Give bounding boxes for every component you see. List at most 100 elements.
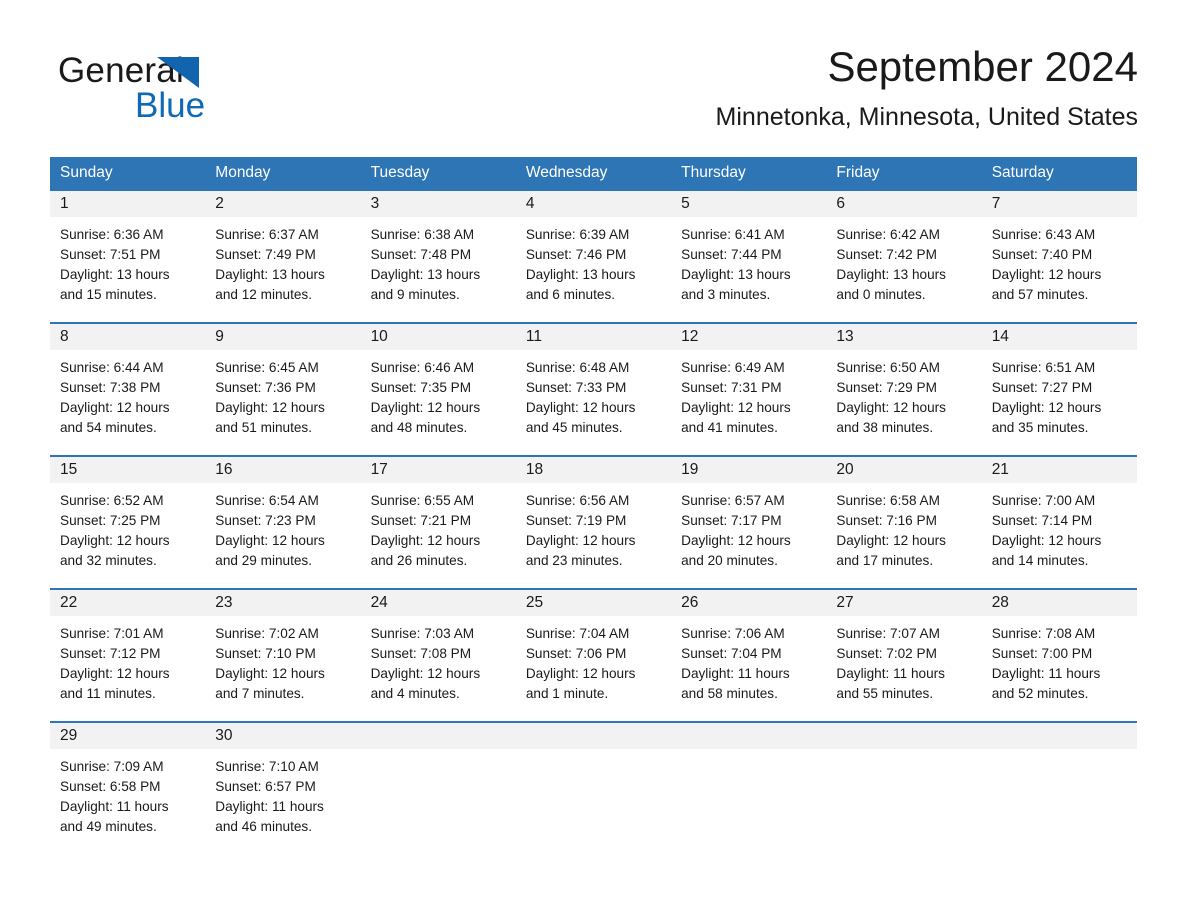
day-number-band: 4 [515,191,672,217]
day-details: Sunrise: 6:36 AM Sunset: 7:51 PM Dayligh… [50,217,205,305]
day-number-band: 6 [826,191,982,217]
daylight-text-line1: Daylight: 11 hours [215,799,324,814]
day-details: Sunrise: 6:55 AM Sunset: 7:21 PM Dayligh… [361,483,516,571]
day-cell[interactable]: 28 Sunrise: 7:08 AM Sunset: 7:00 PM Dayl… [981,590,1137,721]
day-number-band: 19 [671,457,827,483]
day-cell[interactable]: 6 Sunrise: 6:42 AM Sunset: 7:42 PM Dayli… [826,191,982,322]
calendar-week-row: 1 Sunrise: 6:36 AM Sunset: 7:51 PM Dayli… [50,189,1137,322]
page-title: September 2024 [827,43,1138,90]
weekday-header-saturday: Saturday [991,164,1054,181]
sunrise-text: Sunrise: 7:10 AM [215,759,319,774]
location-subtitle: Minnetonka, Minnesota, United States [715,103,1138,131]
sunset-text: Sunset: 7:42 PM [836,247,937,262]
day-cell[interactable]: 2 Sunrise: 6:37 AM Sunset: 7:49 PM Dayli… [205,191,361,322]
day-cell[interactable]: 19 Sunrise: 6:57 AM Sunset: 7:17 PM Dayl… [671,457,827,588]
weekday-header-sunday: Sunday [60,164,113,181]
daylight-text-line2: and 38 minutes. [836,420,934,435]
weekday-header-row: Sunday Monday Tuesday Wednesday Thursday… [50,157,1137,189]
day-number: 11 [525,328,542,345]
day-details: Sunrise: 6:52 AM Sunset: 7:25 PM Dayligh… [50,483,205,571]
day-details: Sunrise: 7:06 AM Sunset: 7:04 PM Dayligh… [671,616,826,704]
day-cell[interactable]: 4 Sunrise: 6:39 AM Sunset: 7:46 PM Dayli… [515,191,672,322]
day-cell[interactable]: 22 Sunrise: 7:01 AM Sunset: 7:12 PM Dayl… [50,590,206,721]
sunrise-text: Sunrise: 7:02 AM [215,626,319,641]
day-cell[interactable]: 14 Sunrise: 6:51 AM Sunset: 7:27 PM Dayl… [981,324,1137,455]
day-cell[interactable]: 21 Sunrise: 7:00 AM Sunset: 7:14 PM Dayl… [981,457,1137,588]
day-cell[interactable]: 9 Sunrise: 6:45 AM Sunset: 7:36 PM Dayli… [205,324,361,455]
day-cell[interactable]: 20 Sunrise: 6:58 AM Sunset: 7:16 PM Dayl… [826,457,982,588]
sunrise-text: Sunrise: 7:07 AM [836,626,940,641]
daylight-text-line2: and 15 minutes. [60,287,157,302]
daylight-text-line2: and 54 minutes. [60,420,157,435]
daylight-text-line2: and 6 minutes. [525,287,616,302]
daylight-text-line1: Daylight: 12 hours [215,666,325,681]
day-cell[interactable]: 12 Sunrise: 6:49 AM Sunset: 7:31 PM Dayl… [671,324,827,455]
day-details: Sunrise: 6:39 AM Sunset: 7:46 PM Dayligh… [516,217,671,305]
day-details: Sunrise: 6:48 AM Sunset: 7:33 PM Dayligh… [516,350,671,438]
day-cell[interactable]: 11 Sunrise: 6:48 AM Sunset: 7:33 PM Dayl… [515,324,672,455]
daylight-text-line2: and 23 minutes. [525,553,623,568]
day-number-band: 1 [50,191,206,217]
day-cell[interactable]: 3 Sunrise: 6:38 AM Sunset: 7:48 PM Dayli… [360,191,516,322]
day-number: 1 [60,195,69,212]
daylight-text-line2: and 57 minutes. [991,287,1089,302]
sunrise-text: Sunrise: 7:03 AM [370,626,475,641]
calendar-page: General Blue September 2024 Minnetonka, … [0,0,1188,918]
day-number: 9 [215,328,224,345]
day-cell[interactable]: 25 Sunrise: 7:04 AM Sunset: 7:06 PM Dayl… [515,590,672,721]
day-cell[interactable]: 5 Sunrise: 6:41 AM Sunset: 7:44 PM Dayli… [671,191,827,322]
day-cell[interactable]: 10 Sunrise: 6:46 AM Sunset: 7:35 PM Dayl… [360,324,516,455]
day-number: 24 [370,594,388,611]
day-cell[interactable]: 27 Sunrise: 7:07 AM Sunset: 7:02 PM Dayl… [826,590,982,721]
sunrise-text: Sunrise: 6:50 AM [836,360,940,375]
day-cell-empty [826,723,982,854]
sunset-text: Sunset: 7:33 PM [525,380,627,395]
sunrise-text: Sunrise: 7:08 AM [991,626,1096,641]
sunrise-text: Sunrise: 6:48 AM [525,360,630,375]
day-cell[interactable]: 24 Sunrise: 7:03 AM Sunset: 7:08 PM Dayl… [360,590,516,721]
daylight-text-line1: Daylight: 12 hours [60,533,170,548]
day-cell[interactable]: 13 Sunrise: 6:50 AM Sunset: 7:29 PM Dayl… [826,324,982,455]
day-cell[interactable]: 8 Sunrise: 6:44 AM Sunset: 7:38 PM Dayli… [50,324,206,455]
day-number: 4 [525,195,535,212]
sunrise-text: Sunrise: 6:57 AM [681,493,785,508]
day-cell[interactable]: 18 Sunrise: 6:56 AM Sunset: 7:19 PM Dayl… [515,457,672,588]
daylight-text-line1: Daylight: 12 hours [370,533,481,548]
day-number-band: 16 [205,457,361,483]
day-details: Sunrise: 6:51 AM Sunset: 7:27 PM Dayligh… [982,350,1137,438]
daylight-text-line2: and 46 minutes. [215,819,313,834]
daylight-text-line1: Daylight: 13 hours [681,267,791,282]
day-cell[interactable]: 29 Sunrise: 7:09 AM Sunset: 6:58 PM Dayl… [50,723,206,854]
day-cell-empty [981,723,1137,854]
daylight-text-line2: and 17 minutes. [836,553,934,568]
daylight-text-line2: and 12 minutes. [215,287,313,302]
day-cell[interactable]: 30 Sunrise: 7:10 AM Sunset: 6:57 PM Dayl… [205,723,361,854]
day-cell[interactable]: 1 Sunrise: 6:36 AM Sunset: 7:51 PM Dayli… [50,191,206,322]
sunrise-text: Sunrise: 6:51 AM [991,360,1096,375]
day-cell[interactable]: 16 Sunrise: 6:54 AM Sunset: 7:23 PM Dayl… [205,457,361,588]
sunset-text: Sunset: 6:58 PM [60,779,161,794]
day-number: 27 [836,594,854,611]
day-details: Sunrise: 7:03 AM Sunset: 7:08 PM Dayligh… [361,616,516,704]
sunset-text: Sunset: 7:40 PM [991,247,1093,262]
day-number-band [671,723,827,749]
daylight-text-line1: Daylight: 13 hours [215,267,325,282]
daylight-text-line1: Daylight: 13 hours [836,267,946,282]
sunset-text: Sunset: 7:44 PM [681,247,782,262]
day-cell[interactable]: 26 Sunrise: 7:06 AM Sunset: 7:04 PM Dayl… [671,590,827,721]
day-number-band: 22 [50,590,206,616]
daylight-text-line1: Daylight: 12 hours [681,533,791,548]
day-cell[interactable]: 7 Sunrise: 6:43 AM Sunset: 7:40 PM Dayli… [981,191,1137,322]
sunrise-text: Sunrise: 6:56 AM [525,493,630,508]
daylight-text-line1: Daylight: 12 hours [215,400,325,415]
daylight-text-line1: Daylight: 12 hours [991,400,1102,415]
day-details: Sunrise: 7:04 AM Sunset: 7:06 PM Dayligh… [516,616,671,704]
daylight-text-line2: and 20 minutes. [681,553,778,568]
day-cell-empty [360,723,516,854]
day-number-band: 20 [826,457,982,483]
day-cell[interactable]: 23 Sunrise: 7:02 AM Sunset: 7:10 PM Dayl… [205,590,361,721]
day-cell[interactable]: 17 Sunrise: 6:55 AM Sunset: 7:21 PM Dayl… [360,457,516,588]
day-cell[interactable]: 15 Sunrise: 6:52 AM Sunset: 7:25 PM Dayl… [50,457,206,588]
day-details: Sunrise: 6:45 AM Sunset: 7:36 PM Dayligh… [205,350,360,438]
sunrise-text: Sunrise: 7:01 AM [60,626,164,641]
